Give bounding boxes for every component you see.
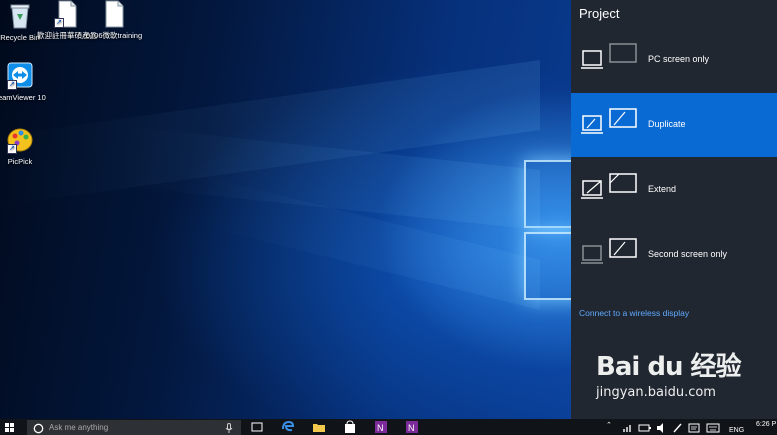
option-label: PC screen only xyxy=(648,54,710,64)
duplicate-icon xyxy=(581,107,639,146)
document-icon xyxy=(101,0,127,28)
cortana-icon xyxy=(33,423,44,434)
cortana-search-box[interactable] xyxy=(27,420,241,435)
store-icon[interactable] xyxy=(343,420,357,434)
option-label: Extend xyxy=(648,184,677,194)
desktop-icon-label: TeamViewer 10 xyxy=(0,93,46,102)
recycle-bin-icon xyxy=(7,2,33,30)
option-extend[interactable]: Extend xyxy=(571,158,777,222)
baidu-watermark: Bai du 经验 jingyan.baidu.com xyxy=(596,346,741,400)
desktop-icon-picpick[interactable]: ↗ PicPick xyxy=(0,126,50,166)
desktop-icon-label: 0706微軟training xyxy=(85,31,143,40)
picpick-icon: ↗ xyxy=(7,126,33,154)
onenote-icon[interactable]: N xyxy=(405,420,419,434)
pc-screen-only-icon xyxy=(581,42,639,81)
action-center-icon[interactable] xyxy=(688,421,700,435)
desktop: Recycle Bin ↗ 歡迎註冊華碩產品 0706微軟training ↗ … xyxy=(0,0,571,419)
teamviewer-icon: ↗ xyxy=(7,62,33,90)
keyboard-icon[interactable] xyxy=(706,421,720,435)
desktop-icon-label: PicPick xyxy=(7,157,33,166)
clock[interactable]: 6:26 P xyxy=(756,421,776,428)
svg-text:N: N xyxy=(408,423,415,433)
option-label: Second screen only xyxy=(648,249,728,259)
onenote-icon[interactable]: N xyxy=(374,420,388,434)
edge-icon[interactable] xyxy=(281,420,295,434)
extend-icon xyxy=(581,172,639,211)
svg-text:N: N xyxy=(377,423,384,433)
microphone-icon[interactable] xyxy=(225,423,233,433)
panel-title: Project xyxy=(579,6,620,21)
option-label: Duplicate xyxy=(648,119,686,129)
pen-icon[interactable] xyxy=(672,421,684,435)
watermark-brand: Bai du 经验 xyxy=(596,352,741,382)
taskbar: N N ⌃ ENG 6:26 P xyxy=(0,419,777,435)
shortcut-arrow-icon: ↗ xyxy=(54,18,64,28)
windows-logo-icon xyxy=(5,423,9,427)
option-duplicate[interactable]: Duplicate xyxy=(571,93,777,157)
windows-logo-pane xyxy=(524,232,571,300)
second-screen-only-icon xyxy=(581,237,639,276)
shortcut-arrow-icon: ↗ xyxy=(7,80,17,90)
watermark-url: jingyan.baidu.com xyxy=(596,385,716,400)
shortcut-arrow-icon: ↗ xyxy=(7,144,17,154)
search-input[interactable] xyxy=(49,422,209,433)
document-icon: ↗ xyxy=(54,0,80,28)
desktop-icon-teamviewer[interactable]: ↗ TeamViewer 10 xyxy=(0,62,50,102)
chevron-up-icon[interactable]: ⌃ xyxy=(606,421,612,429)
network-icon[interactable] xyxy=(622,421,634,435)
connect-wireless-display-link[interactable]: Connect to a wireless display xyxy=(579,308,689,318)
battery-icon[interactable] xyxy=(638,421,652,435)
file-explorer-icon[interactable] xyxy=(312,420,326,434)
volume-icon[interactable] xyxy=(656,421,668,435)
option-second-screen-only[interactable]: Second screen only xyxy=(571,223,777,287)
windows-logo-pane xyxy=(524,160,571,228)
desktop-icon-training[interactable]: 0706微軟training xyxy=(84,0,144,40)
language-indicator[interactable]: ENG xyxy=(729,427,744,434)
start-button[interactable] xyxy=(5,423,15,433)
option-pc-screen-only[interactable]: PC screen only xyxy=(571,28,777,92)
task-view-icon[interactable] xyxy=(250,420,264,434)
